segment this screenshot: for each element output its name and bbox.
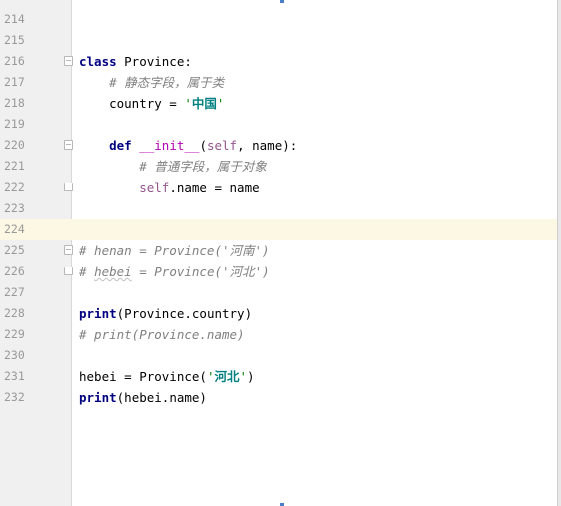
- code-line[interactable]: 214: [0, 9, 557, 30]
- code-line[interactable]: 219: [0, 114, 557, 135]
- line-number: 223: [4, 201, 25, 215]
- code-token: 普通字段，属于对象: [154, 159, 267, 174]
- line-number: 220: [4, 138, 25, 152]
- code-line[interactable]: 223: [0, 198, 557, 219]
- code-text: # henan = Province('河南'): [79, 240, 270, 261]
- code-text: # 静态字段，属于类: [79, 72, 224, 93]
- code-text: hebei = Province('河北'): [79, 366, 255, 387]
- code-token: ': [184, 96, 192, 111]
- line-number: 229: [4, 327, 25, 341]
- code-line[interactable]: 220 def __init__(self, name):: [0, 135, 557, 156]
- code-token: #: [79, 159, 155, 174]
- scrollbar-track[interactable]: [557, 0, 561, 506]
- line-number: 225: [4, 243, 25, 257]
- line-number: 218: [4, 96, 25, 110]
- code-token: 中国: [191, 96, 217, 111]
- code-token: (: [199, 138, 207, 153]
- fold-collapse-icon[interactable]: [64, 245, 73, 255]
- code-token: # print(Province.name): [79, 327, 245, 342]
- code-token: Province:: [124, 54, 192, 69]
- code-line[interactable]: 222 self.name = name: [0, 177, 557, 198]
- code-token: (hebei.name): [116, 390, 207, 405]
- fold-collapse-icon[interactable]: [64, 140, 73, 150]
- code-text: # hebei = Province('河北'): [79, 261, 270, 282]
- line-number: 224: [4, 222, 25, 236]
- line-number: 231: [4, 369, 25, 383]
- top-caret-marker: [280, 0, 284, 3]
- code-token: def: [109, 138, 140, 153]
- code-token: hebei = Province(: [79, 369, 207, 384]
- code-token: ): [247, 369, 255, 384]
- line-number: 222: [4, 180, 25, 194]
- code-text: self.name = name: [79, 177, 260, 198]
- code-line[interactable]: 228 print(Province.country): [0, 303, 557, 324]
- code-line[interactable]: 225 # henan = Province('河南'): [0, 240, 557, 261]
- code-token: self: [206, 138, 238, 153]
- code-token: country =: [79, 96, 185, 111]
- line-number: 226: [4, 264, 25, 278]
- line-number: 232: [4, 390, 25, 404]
- line-number: 227: [4, 285, 25, 299]
- code-token: __init__: [139, 138, 200, 153]
- line-number: 215: [4, 33, 25, 47]
- code-line[interactable]: 218 country = '中国': [0, 93, 557, 114]
- code-text: print(hebei.name): [79, 387, 207, 408]
- code-token: '): [254, 264, 270, 279]
- code-token: (Province.country): [116, 306, 253, 321]
- code-line[interactable]: 224: [0, 219, 557, 240]
- code-token: 河北: [214, 369, 240, 384]
- fold-end-icon[interactable]: [64, 183, 73, 191]
- line-number: 221: [4, 159, 25, 173]
- code-text: class Province:: [79, 51, 192, 72]
- code-text: print(Province.country): [79, 303, 252, 324]
- line-number: 214: [4, 12, 25, 26]
- code-line[interactable]: 232 print(hebei.name): [0, 387, 557, 408]
- code-text: def __init__(self, name):: [79, 135, 297, 156]
- line-number: 230: [4, 348, 25, 362]
- code-token: #: [79, 75, 125, 90]
- code-token: '): [254, 243, 270, 258]
- line-number: 228: [4, 306, 25, 320]
- code-token: print: [79, 306, 117, 321]
- fold-collapse-icon[interactable]: [64, 56, 73, 66]
- code-text: # 普通字段，属于对象: [79, 156, 267, 177]
- code-token: = Province(': [131, 264, 230, 279]
- code-line[interactable]: 215: [0, 30, 557, 51]
- code-token: class: [79, 54, 125, 69]
- code-token: ': [216, 96, 225, 111]
- line-number: 219: [4, 117, 25, 131]
- code-line[interactable]: 221 # 普通字段，属于对象: [0, 156, 557, 177]
- line-number: 217: [4, 75, 25, 89]
- code-token: self: [139, 180, 170, 195]
- code-token: 河北: [229, 264, 255, 279]
- code-token: 河南: [229, 243, 255, 258]
- code-line[interactable]: 227: [0, 282, 557, 303]
- code-token: #: [79, 264, 95, 279]
- code-text: country = '中国': [79, 93, 224, 114]
- code-token: # henan = Province(': [79, 243, 230, 258]
- code-token: 静态字段，属于类: [124, 75, 225, 90]
- code-token: , name):: [237, 138, 298, 153]
- code-line[interactable]: 231 hebei = Province('河北'): [0, 366, 557, 387]
- code-token: .name = name: [169, 180, 260, 195]
- code-line[interactable]: 217 # 静态字段，属于类: [0, 72, 557, 93]
- code-line[interactable]: 226 # hebei = Province('河北'): [0, 261, 557, 282]
- code-token: print: [79, 390, 117, 405]
- code-token: hebei: [94, 264, 132, 279]
- code-editor[interactable]: 214 215 216 class Province: 217 # 静态字段，属于类 21…: [0, 0, 561, 506]
- code-line[interactable]: 216 class Province:: [0, 51, 557, 72]
- code-line[interactable]: 229 # print(Province.name): [0, 324, 557, 345]
- line-number: 216: [4, 54, 25, 68]
- code-token: ': [239, 369, 248, 384]
- fold-end-icon[interactable]: [64, 267, 73, 275]
- code-line[interactable]: 230: [0, 345, 557, 366]
- code-text: # print(Province.name): [79, 324, 245, 345]
